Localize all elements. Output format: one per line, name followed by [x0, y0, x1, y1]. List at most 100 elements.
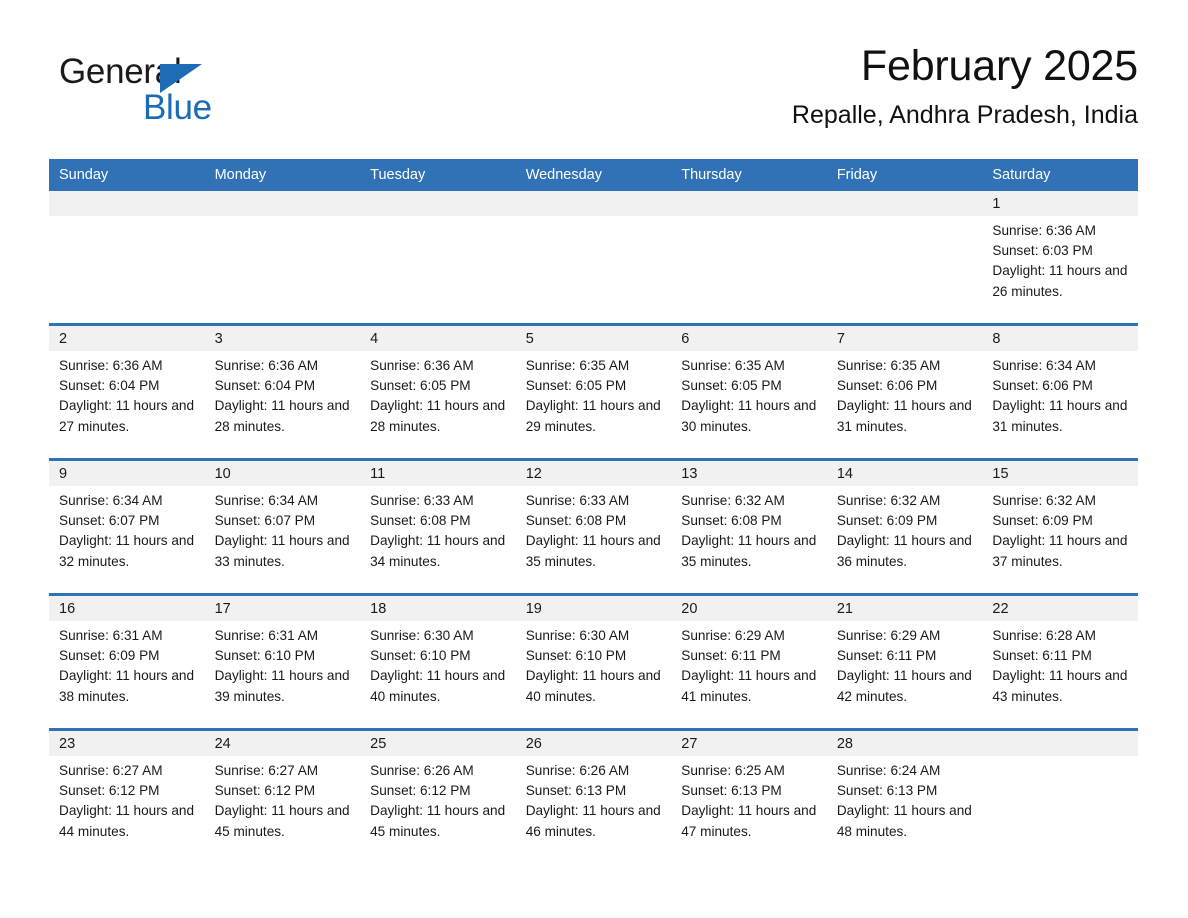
day-number	[204, 191, 361, 216]
calendar-day-cell[interactable]: 19 Sunrise: 6:30 AM Sunset: 6:10 PM Dayligh…	[515, 593, 672, 730]
calendar-week-row: 23 Sunrise: 6:27 AM Sunset: 6:12 PM Dayligh…	[49, 728, 1138, 863]
day-details: Sunrise: 6:34 AM Sunset: 6:06 PM Daylight:…	[982, 351, 1138, 437]
day-cell-inner: 16 Sunrise: 6:31 AM Sunset: 6:09 PM Dayligh…	[49, 596, 205, 728]
sunrise-text: Sunrise: 6:28 AM	[992, 628, 1096, 643]
sunset-text: Sunset: 6:12 PM	[59, 783, 160, 799]
sunset-text: Sunset: 6:09 PM	[836, 513, 938, 529]
calendar-day-cell[interactable]: 22 Sunrise: 6:28 AM Sunset: 6:11 PM Dayligh…	[982, 593, 1138, 730]
calendar-day-cell[interactable]: 18 Sunrise: 6:30 AM Sunset: 6:10 PM Dayligh…	[360, 593, 516, 730]
sunset-text: Sunset: 6:13 PM	[836, 783, 938, 799]
sunrise-text: Sunrise: 6:33 AM	[525, 493, 630, 508]
calendar-day-cell-empty	[982, 728, 1138, 863]
calendar-day-cell-empty	[826, 191, 983, 325]
sunrise-text: Sunrise: 6:26 AM	[525, 763, 630, 778]
daylight-text: Daylight: 11 hours and 48 minutes.	[836, 803, 972, 839]
day-cell-inner: 5 Sunrise: 6:35 AM Sunset: 6:05 PM Daylight…	[515, 326, 672, 458]
calendar-day-cell[interactable]: 28 Sunrise: 6:24 AM Sunset: 6:13 PM Dayligh…	[826, 728, 983, 863]
sunset-text: Sunset: 6:11 PM	[681, 648, 781, 664]
day-cell-inner	[204, 191, 361, 323]
calendar-day-cell-empty	[515, 191, 672, 325]
day-details: Sunrise: 6:32 AM Sunset: 6:09 PM Daylight:…	[827, 486, 983, 572]
calendar-day-cell[interactable]: 23 Sunrise: 6:27 AM Sunset: 6:12 PM Dayligh…	[49, 728, 205, 863]
day-details: Sunrise: 6:36 AM Sunset: 6:05 PM Daylight:…	[360, 351, 516, 437]
day-cell-inner: 28 Sunrise: 6:24 AM Sunset: 6:13 PM Dayligh…	[826, 731, 983, 863]
calendar-day-cell[interactable]: 26 Sunrise: 6:26 AM Sunset: 6:13 PM Dayligh…	[515, 728, 672, 863]
sunset-text: Sunset: 6:04 PM	[214, 378, 316, 394]
day-number	[515, 191, 672, 216]
calendar-day-cell[interactable]: 6 Sunrise: 6:35 AM Sunset: 6:05 PM Daylight…	[671, 323, 827, 460]
daylight-text: Daylight: 11 hours and 39 minutes.	[214, 668, 350, 704]
sunrise-text: Sunrise: 6:30 AM	[370, 628, 474, 643]
day-details: Sunrise: 6:33 AM Sunset: 6:08 PM Daylight:…	[516, 486, 672, 572]
sunrise-text: Sunrise: 6:27 AM	[59, 763, 163, 778]
day-number: 19	[515, 596, 672, 621]
day-number: 6	[671, 326, 827, 351]
daylight-text: Daylight: 11 hours and 42 minutes.	[836, 668, 972, 704]
sunrise-text: Sunrise: 6:32 AM	[992, 493, 1096, 508]
day-number: 23	[49, 731, 205, 756]
calendar-day-cell[interactable]: 27 Sunrise: 6:25 AM Sunset: 6:13 PM Dayligh…	[671, 728, 827, 863]
daylight-text: Daylight: 11 hours and 45 minutes.	[214, 803, 350, 839]
calendar-day-cell[interactable]: 14 Sunrise: 6:32 AM Sunset: 6:09 PM Dayligh…	[826, 458, 983, 595]
day-number: 1	[982, 191, 1138, 216]
day-number: 17	[204, 596, 361, 621]
calendar-day-cell[interactable]: 1 Sunrise: 6:36 AM Sunset: 6:03 PM Daylight…	[982, 191, 1138, 325]
sunset-text: Sunset: 6:05 PM	[681, 378, 782, 394]
logo-text-blue: Blue	[143, 88, 212, 127]
sunrise-text: Sunrise: 6:25 AM	[681, 763, 785, 778]
day-number: 14	[826, 461, 983, 486]
calendar-day-cell[interactable]: 12 Sunrise: 6:33 AM Sunset: 6:08 PM Dayligh…	[515, 458, 672, 595]
weekday-header-tuesday: Tuesday	[360, 159, 516, 191]
calendar-day-cell[interactable]: 8 Sunrise: 6:34 AM Sunset: 6:06 PM Daylight…	[982, 323, 1138, 460]
daylight-text: Daylight: 11 hours and 28 minutes.	[214, 398, 350, 434]
day-cell-inner: 8 Sunrise: 6:34 AM Sunset: 6:06 PM Daylight…	[982, 326, 1138, 458]
day-details: Sunrise: 6:36 AM Sunset: 6:04 PM Daylight:…	[205, 351, 361, 437]
daylight-text: Daylight: 11 hours and 41 minutes.	[681, 668, 817, 704]
day-number	[982, 731, 1138, 756]
day-details: Sunrise: 6:25 AM Sunset: 6:13 PM Daylight:…	[671, 756, 827, 842]
sunset-text: Sunset: 6:08 PM	[525, 513, 627, 529]
calendar-day-cell[interactable]: 24 Sunrise: 6:27 AM Sunset: 6:12 PM Dayligh…	[204, 728, 361, 863]
calendar-day-cell[interactable]: 13 Sunrise: 6:32 AM Sunset: 6:08 PM Dayligh…	[671, 458, 827, 595]
weekday-header-friday: Friday	[826, 159, 983, 191]
calendar-day-cell[interactable]: 9 Sunrise: 6:34 AM Sunset: 6:07 PM Daylight…	[49, 458, 205, 595]
daylight-text: Daylight: 11 hours and 45 minutes.	[370, 803, 506, 839]
day-details: Sunrise: 6:36 AM Sunset: 6:03 PM Daylight:…	[982, 216, 1138, 302]
calendar-day-cell[interactable]: 10 Sunrise: 6:34 AM Sunset: 6:07 PM Dayligh…	[204, 458, 361, 595]
calendar-day-cell[interactable]: 3 Sunrise: 6:36 AM Sunset: 6:04 PM Daylight…	[204, 323, 361, 460]
calendar-day-cell[interactable]: 11 Sunrise: 6:33 AM Sunset: 6:08 PM Dayligh…	[360, 458, 516, 595]
daylight-text: Daylight: 11 hours and 29 minutes.	[525, 398, 661, 434]
calendar-body: 1 Sunrise: 6:36 AM Sunset: 6:03 PM Daylight…	[49, 191, 1138, 863]
calendar-day-cell[interactable]: 16 Sunrise: 6:31 AM Sunset: 6:09 PM Dayligh…	[49, 593, 205, 730]
calendar-day-cell[interactable]: 4 Sunrise: 6:36 AM Sunset: 6:05 PM Daylight…	[360, 323, 516, 460]
sunset-text: Sunset: 6:08 PM	[370, 513, 471, 529]
day-cell-inner: 9 Sunrise: 6:34 AM Sunset: 6:07 PM Daylight…	[49, 461, 205, 593]
sunrise-text: Sunrise: 6:26 AM	[370, 763, 474, 778]
calendar-day-cell[interactable]: 17 Sunrise: 6:31 AM Sunset: 6:10 PM Dayligh…	[204, 593, 361, 730]
calendar-day-cell[interactable]: 7 Sunrise: 6:35 AM Sunset: 6:06 PM Daylight…	[826, 323, 983, 460]
calendar-day-cell[interactable]: 2 Sunrise: 6:36 AM Sunset: 6:04 PM Daylight…	[49, 323, 205, 460]
sunset-text: Sunset: 6:04 PM	[59, 378, 160, 394]
general-blue-logo[interactable]: General Blue	[59, 52, 319, 132]
weekday-header-sunday: Sunday	[49, 159, 205, 191]
sunset-text: Sunset: 6:06 PM	[992, 378, 1093, 394]
weekday-header-saturday: Saturday	[982, 159, 1138, 191]
weekday-header-thursday: Thursday	[671, 159, 827, 191]
day-number: 2	[49, 326, 205, 351]
day-number: 28	[826, 731, 983, 756]
day-cell-inner: 11 Sunrise: 6:33 AM Sunset: 6:08 PM Dayligh…	[360, 461, 516, 593]
day-number: 21	[826, 596, 983, 621]
day-number: 25	[360, 731, 516, 756]
calendar-day-cell[interactable]: 20 Sunrise: 6:29 AM Sunset: 6:11 PM Dayligh…	[671, 593, 827, 730]
day-details: Sunrise: 6:28 AM Sunset: 6:11 PM Daylight:…	[982, 621, 1138, 707]
day-cell-inner: 7 Sunrise: 6:35 AM Sunset: 6:06 PM Daylight…	[826, 326, 983, 458]
calendar-day-cell[interactable]: 25 Sunrise: 6:26 AM Sunset: 6:12 PM Dayligh…	[360, 728, 516, 863]
sunset-text: Sunset: 6:11 PM	[992, 648, 1092, 664]
calendar-day-cell[interactable]: 5 Sunrise: 6:35 AM Sunset: 6:05 PM Daylight…	[515, 323, 672, 460]
day-number: 12	[515, 461, 672, 486]
calendar-day-cell[interactable]: 15 Sunrise: 6:32 AM Sunset: 6:09 PM Dayligh…	[982, 458, 1138, 595]
calendar-day-cell[interactable]: 21 Sunrise: 6:29 AM Sunset: 6:11 PM Dayligh…	[826, 593, 983, 730]
day-cell-inner: 21 Sunrise: 6:29 AM Sunset: 6:11 PM Dayligh…	[826, 596, 983, 728]
day-cell-inner: 17 Sunrise: 6:31 AM Sunset: 6:10 PM Dayligh…	[204, 596, 361, 728]
daylight-text: Daylight: 11 hours and 44 minutes.	[59, 803, 195, 839]
